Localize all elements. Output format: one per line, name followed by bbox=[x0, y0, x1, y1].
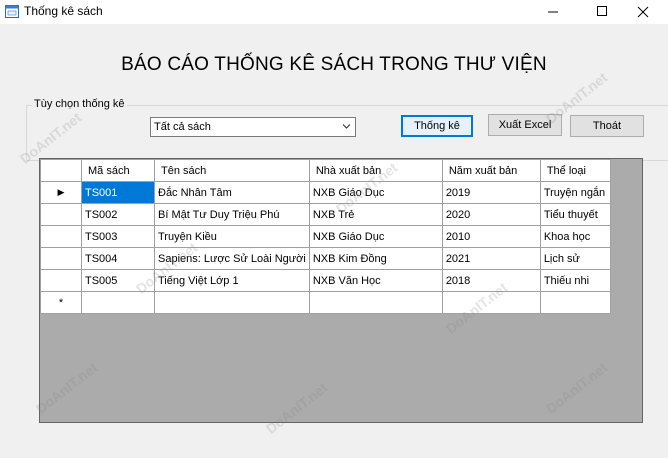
filter-combobox[interactable]: Tất cả sách bbox=[150, 117, 356, 137]
table-cell[interactable]: 2019 bbox=[441, 181, 541, 204]
stat-button[interactable]: Thống kê bbox=[401, 115, 473, 137]
row-header[interactable] bbox=[40, 269, 82, 292]
table-cell[interactable]: 2018 bbox=[441, 269, 541, 292]
table-cell[interactable]: Sapiens: Lược Sử Loài Người bbox=[154, 247, 310, 270]
table-row[interactable]: TS005 Tiếng Việt Lớp 1 NXB Văn Học 2018 … bbox=[40, 269, 611, 292]
table-cell[interactable] bbox=[154, 291, 310, 314]
table-cell[interactable]: 2021 bbox=[441, 247, 541, 270]
column-header-nam-xuat-ban[interactable]: Năm xuất bản bbox=[441, 159, 541, 182]
table-cell[interactable] bbox=[81, 291, 155, 314]
header-row: Mã sách Tên sách Nhà xuất bản Năm xuất b… bbox=[40, 159, 611, 182]
books-datagrid[interactable]: Mã sách Tên sách Nhà xuất bản Năm xuất b… bbox=[39, 158, 643, 423]
new-row[interactable]: * bbox=[40, 291, 611, 314]
row-header[interactable] bbox=[40, 203, 82, 226]
table-row[interactable]: TS003 Truyện Kiều NXB Giáo Dục 2010 Khoa… bbox=[40, 225, 611, 248]
table-cell[interactable]: Thiếu nhi bbox=[539, 269, 611, 292]
table-cell[interactable]: Khoa học bbox=[539, 225, 611, 248]
table-cell[interactable]: 2020 bbox=[441, 203, 541, 226]
table-cell[interactable]: Tiếng Việt Lớp 1 bbox=[154, 269, 310, 292]
table-cell[interactable]: TS002 bbox=[81, 203, 155, 226]
row-header[interactable] bbox=[40, 247, 82, 270]
table-cell[interactable] bbox=[539, 291, 611, 314]
table-row[interactable]: ▶ TS001 Đắc Nhân Tâm NXB Giáo Dục 2019 T… bbox=[40, 181, 611, 204]
table-cell[interactable]: Truyện ngắn bbox=[539, 181, 611, 204]
table-cell[interactable]: TS001 bbox=[81, 181, 155, 204]
chevron-down-icon bbox=[342, 124, 351, 129]
column-header-ma-sach[interactable]: Mã sách bbox=[81, 159, 155, 182]
filter-combobox-value: Tất cả sách bbox=[154, 121, 211, 133]
column-header-ten-sach[interactable]: Tên sách bbox=[154, 159, 310, 182]
close-button[interactable] bbox=[620, 0, 666, 24]
close-icon bbox=[637, 6, 649, 18]
table-cell[interactable]: NXB Giáo Dục bbox=[308, 181, 443, 204]
table-cell[interactable]: Lịch sử bbox=[539, 247, 611, 270]
table-cell[interactable]: TS003 bbox=[81, 225, 155, 248]
table-cell[interactable]: Bí Mật Tư Duy Triệu Phú bbox=[154, 203, 310, 226]
table-cell[interactable]: NXB Giáo Dục bbox=[308, 225, 443, 248]
column-header-nha-xuat-ban[interactable]: Nhà xuất bản bbox=[308, 159, 443, 182]
table-cell[interactable] bbox=[308, 291, 443, 314]
main-window: Thống kê sách BÁO CÁO THỐNG KÊ SÁCH TRON… bbox=[0, 0, 668, 458]
table-cell[interactable] bbox=[441, 291, 541, 314]
table-row[interactable]: TS004 Sapiens: Lược Sử Loài Người NXB Ki… bbox=[40, 247, 611, 270]
export-excel-button[interactable]: Xuất Excel bbox=[488, 114, 562, 136]
books-table: Mã sách Tên sách Nhà xuất bản Năm xuất b… bbox=[40, 159, 611, 314]
table-cell[interactable]: 2010 bbox=[441, 225, 541, 248]
exit-button[interactable]: Thoát bbox=[570, 115, 644, 137]
app-icon bbox=[5, 5, 19, 18]
table-cell[interactable]: NXB Trẻ bbox=[308, 203, 443, 226]
table-cell[interactable]: Đắc Nhân Tâm bbox=[154, 181, 310, 204]
current-row-indicator[interactable]: ▶ bbox=[40, 181, 82, 204]
minimize-button[interactable] bbox=[530, 0, 576, 24]
table-cell[interactable]: TS004 bbox=[81, 247, 155, 270]
report-title: BÁO CÁO THỐNG KÊ SÁCH TRONG THƯ VIỆN bbox=[121, 54, 547, 75]
new-row-indicator[interactable]: * bbox=[40, 291, 82, 314]
table-cell[interactable]: NXB Văn Học bbox=[308, 269, 443, 292]
row-header[interactable] bbox=[40, 225, 82, 248]
maximize-button[interactable] bbox=[578, 0, 624, 24]
options-group-label: Tùy chọn thống kê bbox=[32, 98, 127, 110]
table-cell[interactable]: Truyện Kiều bbox=[154, 225, 310, 248]
column-header-the-loai[interactable]: Thể loại bbox=[539, 159, 611, 182]
table-cell[interactable]: Tiểu thuyết bbox=[539, 203, 611, 226]
corner-header[interactable] bbox=[40, 159, 82, 182]
table-row[interactable]: TS002 Bí Mật Tư Duy Triệu Phú NXB Trẻ 20… bbox=[40, 203, 611, 226]
maximize-icon bbox=[597, 6, 607, 16]
window-title: Thống kê sách bbox=[24, 4, 103, 18]
table-cell[interactable]: TS005 bbox=[81, 269, 155, 292]
minimize-icon bbox=[548, 11, 558, 13]
table-cell[interactable]: NXB Kim Đồng bbox=[308, 247, 443, 270]
title-bar[interactable]: Thống kê sách bbox=[0, 0, 668, 24]
